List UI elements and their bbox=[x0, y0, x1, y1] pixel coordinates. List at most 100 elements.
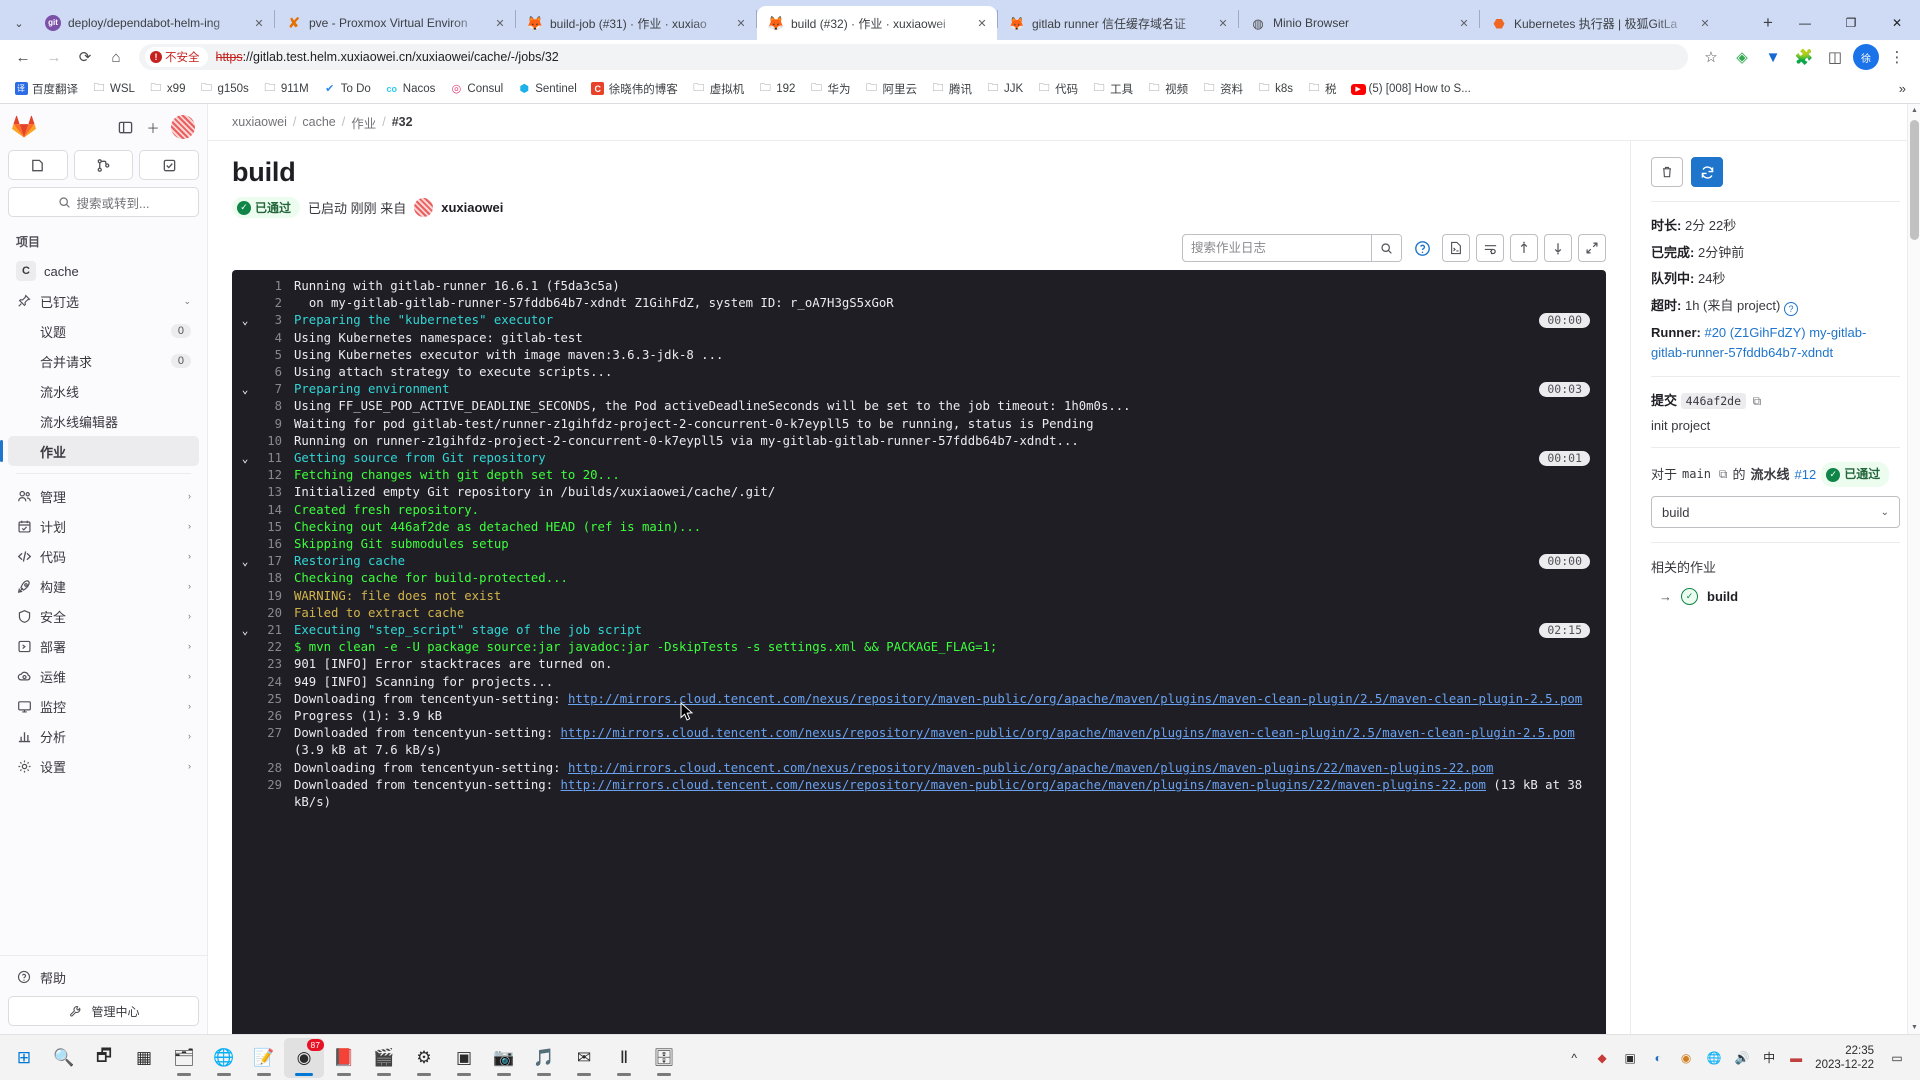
sidebar-search-button[interactable]: 搜索或转到... bbox=[8, 187, 199, 217]
breadcrumb-project[interactable]: cache bbox=[302, 115, 335, 129]
sidebar-group-安全[interactable]: 安全› bbox=[8, 601, 199, 631]
bookmark-item[interactable]: coNacos bbox=[379, 80, 442, 98]
breadcrumb-owner[interactable]: xuxiaowei bbox=[232, 115, 287, 129]
media-app[interactable]: 🎬 bbox=[364, 1038, 404, 1078]
bookmark-star-icon[interactable]: ☆ bbox=[1696, 42, 1726, 72]
collapse-chevron-icon[interactable]: ⌄ bbox=[232, 381, 258, 398]
chevron-right-icon[interactable]: › bbox=[188, 671, 191, 681]
log-link[interactable]: http://mirrors.cloud.tencent.com/nexus/r… bbox=[561, 726, 1575, 740]
scrollbar-thumb[interactable] bbox=[1910, 120, 1919, 240]
scroll-down-arrow-icon[interactable]: ▼ bbox=[1908, 1021, 1920, 1034]
notification-center-icon[interactable]: ▭ bbox=[1884, 1043, 1910, 1073]
back-icon[interactable]: ← bbox=[8, 42, 38, 72]
bookmark-item[interactable]: 🗀税 bbox=[1301, 76, 1343, 101]
soft-wrap-icon[interactable] bbox=[1476, 234, 1504, 262]
widgets-button[interactable]: ▦ bbox=[124, 1038, 164, 1078]
close-window-button[interactable]: ✕ bbox=[1874, 6, 1920, 40]
browser-tab[interactable]: ⬣Kubernetes 执行器 | 极狐GitLa✕ bbox=[1480, 6, 1720, 40]
sidebar-item-流水线编辑器[interactable]: 流水线编辑器 bbox=[8, 406, 199, 436]
browser-tab[interactable]: ✘pve - Proxmox Virtual Environ✕ bbox=[275, 6, 515, 40]
trash-icon[interactable] bbox=[1651, 157, 1683, 187]
chevron-right-icon[interactable]: › bbox=[188, 581, 191, 591]
home-icon[interactable]: ⌂ bbox=[101, 42, 131, 72]
bookmark-item[interactable]: ⬢Sentinel bbox=[511, 79, 583, 98]
log-search[interactable] bbox=[1182, 234, 1402, 262]
create-new-icon[interactable]: ＋ bbox=[139, 113, 167, 141]
tray-app4-icon[interactable]: ◉ bbox=[1673, 1043, 1699, 1073]
close-tab-icon[interactable]: ✕ bbox=[1215, 15, 1231, 31]
collapse-chevron-icon[interactable]: ⌄ bbox=[232, 450, 258, 467]
chevron-right-icon[interactable]: › bbox=[188, 521, 191, 531]
chevron-right-icon[interactable]: › bbox=[188, 641, 191, 651]
close-tab-icon[interactable]: ✕ bbox=[1456, 15, 1472, 31]
camera-app[interactable]: 📷 bbox=[484, 1038, 524, 1078]
chevron-down-icon[interactable]: ⌄ bbox=[183, 296, 191, 307]
gitlab-logo-icon[interactable] bbox=[12, 115, 36, 139]
commit-sha[interactable]: 446af2de bbox=[1681, 393, 1746, 409]
sidebar-group-计划[interactable]: 计划› bbox=[8, 511, 199, 541]
stage-select[interactable]: build ⌄ bbox=[1651, 496, 1900, 528]
bookmark-item[interactable]: 🗀192 bbox=[752, 76, 801, 101]
sidebar-item-流水线[interactable]: 流水线 bbox=[8, 376, 199, 406]
task-view-button[interactable]: 🗗 bbox=[84, 1038, 124, 1078]
battery-icon[interactable]: ▬ bbox=[1783, 1043, 1809, 1073]
sidebar-group-部署[interactable]: 部署› bbox=[8, 631, 199, 661]
collapse-chevron-icon[interactable]: ⌄ bbox=[232, 312, 258, 329]
chevron-right-icon[interactable]: › bbox=[188, 551, 191, 561]
sidebar-group-管理[interactable]: 管理› bbox=[8, 481, 199, 511]
bookmark-item[interactable]: 🗀腾讯 bbox=[925, 76, 978, 101]
reload-icon[interactable]: ⟳ bbox=[70, 42, 100, 72]
collapse-chevron-icon[interactable]: ⌄ bbox=[232, 622, 258, 639]
close-tab-icon[interactable]: ✕ bbox=[1697, 15, 1713, 31]
chevron-right-icon[interactable]: › bbox=[188, 701, 191, 711]
notepad-app[interactable]: 📝 bbox=[244, 1038, 284, 1078]
tab-list-chevron-icon[interactable]: ⌄ bbox=[4, 6, 34, 40]
sidebar-item-help[interactable]: 帮助 bbox=[8, 962, 199, 992]
sidebar-group-构建[interactable]: 构建› bbox=[8, 571, 199, 601]
sidebar-group-运维[interactable]: 运维› bbox=[8, 661, 199, 691]
collapse-chevron-icon[interactable]: ⌄ bbox=[232, 553, 258, 570]
bookmark-item[interactable]: 🗀JJK bbox=[980, 76, 1029, 101]
bookmark-item[interactable]: 🗀代码 bbox=[1031, 76, 1084, 101]
bookmark-item[interactable]: C徐晓伟的博客 bbox=[585, 78, 684, 100]
log-link[interactable]: http://mirrors.cloud.tencent.com/nexus/r… bbox=[568, 761, 1493, 775]
browser-tab[interactable]: ◍Minio Browser✕ bbox=[1239, 6, 1479, 40]
bookmark-item[interactable]: ◎Consul bbox=[443, 79, 509, 98]
bookmark-item[interactable]: 🗀华为 bbox=[803, 76, 856, 101]
chevron-right-icon[interactable]: › bbox=[188, 491, 191, 501]
bookmark-item[interactable]: 🗀x99 bbox=[143, 76, 192, 101]
tray-app3-icon[interactable]: ◐ bbox=[1645, 1043, 1671, 1073]
network-icon[interactable]: 🌐 bbox=[1701, 1043, 1727, 1073]
help-icon[interactable]: ? bbox=[1784, 302, 1798, 316]
bookmark-item[interactable]: 🗀911M bbox=[257, 76, 315, 101]
sidebar-group-监控[interactable]: 监控› bbox=[8, 691, 199, 721]
profile-avatar[interactable]: 徐 bbox=[1853, 44, 1879, 70]
sidebar-item-pinned[interactable]: 已钉选 ⌄ bbox=[8, 286, 199, 316]
bookmark-item[interactable]: 🗀g150s bbox=[193, 76, 254, 101]
help-icon[interactable] bbox=[1408, 234, 1436, 262]
tray-app1-icon[interactable]: ◆ bbox=[1589, 1043, 1615, 1073]
maximize-button[interactable]: ❐ bbox=[1828, 6, 1874, 40]
terminal-app[interactable]: ▣ bbox=[444, 1038, 484, 1078]
bookmark-item[interactable]: 🗀资料 bbox=[1196, 76, 1249, 101]
bookmark-item[interactable]: 🗀工具 bbox=[1086, 76, 1139, 101]
merge-requests-quick-icon[interactable] bbox=[74, 150, 134, 180]
sidebar-group-设置[interactable]: 设置› bbox=[8, 751, 199, 781]
not-secure-badge[interactable]: ! 不安全 bbox=[145, 47, 208, 67]
new-tab-button[interactable]: + bbox=[1754, 9, 1782, 37]
fullscreen-icon[interactable] bbox=[1578, 234, 1606, 262]
address-bar[interactable]: ! 不安全 https://gitlab.test.helm.xuxiaowei… bbox=[139, 44, 1688, 70]
log-link[interactable]: http://mirrors.cloud.tencent.com/nexus/r… bbox=[568, 692, 1582, 706]
search-submit-button[interactable] bbox=[1371, 235, 1401, 261]
log-link[interactable]: http://mirrors.cloud.tencent.com/nexus/r… bbox=[561, 778, 1486, 792]
bookmark-item[interactable]: 🗀k8s bbox=[1251, 76, 1299, 101]
sidebar-item-合并请求[interactable]: 合并请求0 bbox=[8, 346, 199, 376]
author-avatar[interactable] bbox=[414, 198, 433, 217]
page-scrollbar[interactable]: ▲ ▼ bbox=[1907, 104, 1920, 1034]
bookmark-item[interactable]: 🗀视频 bbox=[1141, 76, 1194, 101]
close-tab-icon[interactable]: ✕ bbox=[492, 15, 508, 31]
extension-shield-icon[interactable]: ◈ bbox=[1727, 42, 1757, 72]
split-screen-icon[interactable]: ◫ bbox=[1820, 42, 1850, 72]
close-tab-icon[interactable]: ✕ bbox=[733, 15, 749, 31]
bookmark-item[interactable]: ✔To Do bbox=[317, 79, 377, 98]
